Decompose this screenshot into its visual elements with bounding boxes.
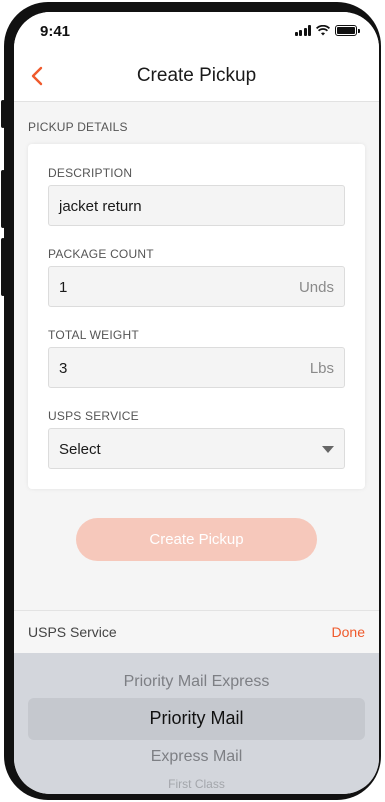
screen: 9:41 Create Pickup PICKUP DETAILS DESCRI… bbox=[14, 12, 379, 794]
package-count-field[interactable]: 1 Unds bbox=[48, 266, 345, 307]
status-icons bbox=[294, 25, 360, 36]
description-value: jacket return bbox=[59, 198, 142, 215]
nav-bar: Create Pickup bbox=[14, 52, 379, 102]
wifi-icon bbox=[316, 25, 330, 36]
volume-up-button bbox=[1, 170, 5, 228]
picker-option-selected[interactable]: Priority Mail bbox=[14, 708, 379, 729]
picker-toolbar: USPS Service Done bbox=[14, 610, 379, 653]
phone-frame: 9:41 Create Pickup PICKUP DETAILS DESCRI… bbox=[1, 2, 381, 800]
mute-switch bbox=[1, 100, 5, 128]
page-title: Create Pickup bbox=[136, 65, 257, 86]
total-weight-field[interactable]: 3 Lbs bbox=[48, 347, 345, 388]
total-weight-unit: Lbs bbox=[309, 360, 334, 377]
description-label: DESCRIPTION bbox=[48, 166, 133, 180]
usps-service-select[interactable]: Select bbox=[48, 428, 345, 469]
picker-done-button[interactable]: Done bbox=[332, 624, 365, 640]
package-count-label: PACKAGE COUNT bbox=[48, 247, 154, 261]
signal-icon bbox=[294, 25, 311, 36]
battery-icon bbox=[335, 25, 360, 36]
picker-title: USPS Service bbox=[28, 624, 117, 640]
picker-option[interactable]: Express Mail bbox=[14, 748, 379, 766]
description-field[interactable]: jacket return bbox=[48, 185, 345, 226]
usps-service-value: Select bbox=[59, 441, 101, 458]
total-weight-label: TOTAL WEIGHT bbox=[48, 328, 139, 342]
status-bar: 9:41 bbox=[14, 12, 379, 52]
package-count-value: 1 bbox=[59, 279, 68, 296]
dropdown-caret-icon bbox=[322, 446, 334, 453]
total-weight-value: 3 bbox=[59, 360, 68, 377]
usps-service-label: USPS SERVICE bbox=[48, 409, 139, 423]
picker-option[interactable]: First Class bbox=[14, 777, 379, 791]
volume-down-button bbox=[1, 238, 5, 296]
create-pickup-button[interactable]: Create Pickup bbox=[76, 518, 317, 561]
service-picker-wheel[interactable]: Priority Mail Express Priority Mail Expr… bbox=[14, 653, 379, 794]
section-label: PICKUP DETAILS bbox=[28, 120, 128, 134]
package-count-unit: Unds bbox=[298, 279, 334, 296]
pickup-details-card: DESCRIPTION jacket return PACKAGE COUNT … bbox=[28, 144, 365, 489]
picker-option[interactable]: Priority Mail Express bbox=[14, 673, 379, 691]
status-time: 9:41 bbox=[40, 23, 71, 40]
